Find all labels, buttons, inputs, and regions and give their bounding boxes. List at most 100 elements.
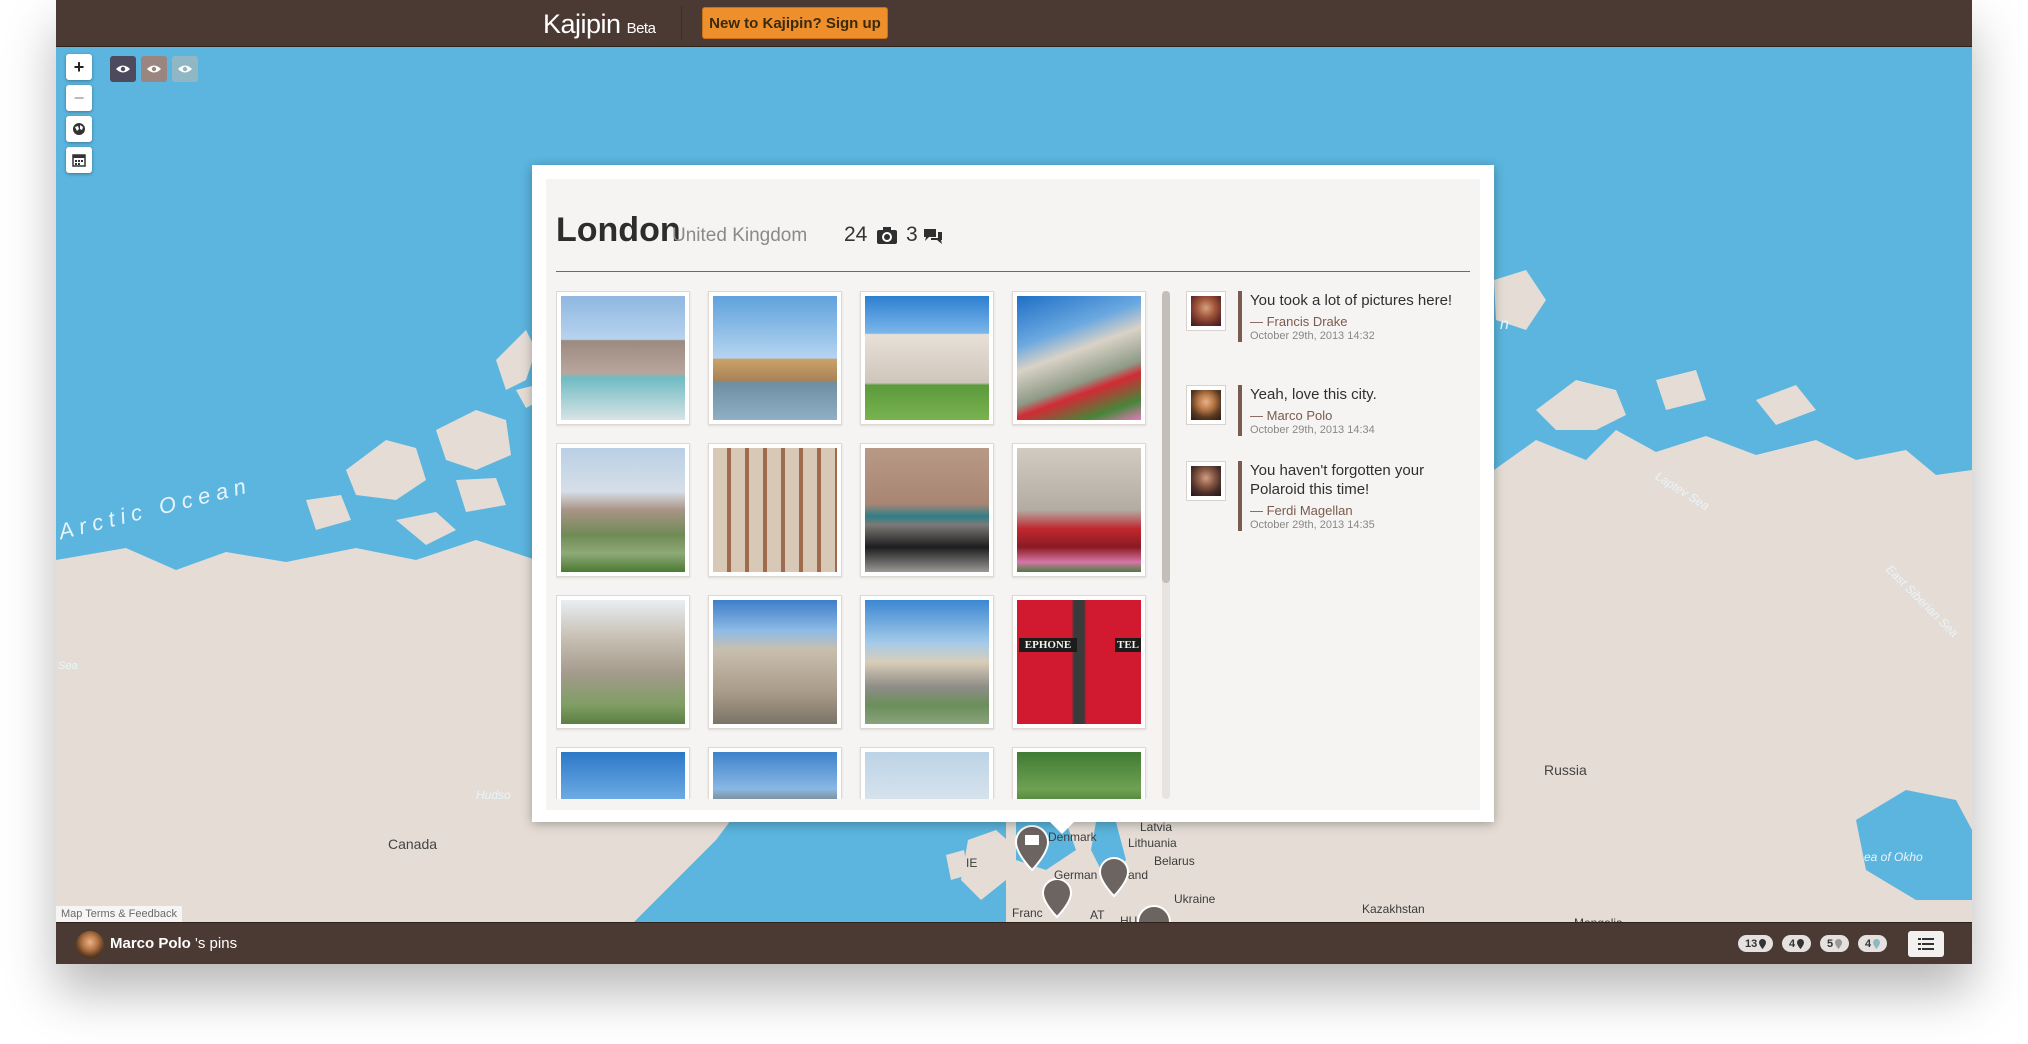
map-label-france: Franc (1012, 906, 1043, 920)
badge-count: 4 (1865, 937, 1872, 950)
brand-name: Kajipin (543, 9, 621, 39)
brand-logo[interactable]: Kajipin Beta (543, 9, 656, 40)
photo-castle-wall (713, 600, 837, 724)
photo-bus-columns (1017, 448, 1141, 572)
photo-thumbnail[interactable] (708, 443, 842, 577)
badge-count: 13 (1745, 937, 1758, 950)
photo-westminster (713, 296, 837, 420)
photo-thumbnail[interactable] (860, 291, 994, 425)
map-label-latvia: Latvia (1140, 820, 1173, 834)
photo-grid[interactable]: EPHONE TEL (556, 291, 1156, 799)
comment-text: Yeah, love this city. (1250, 386, 1377, 403)
photo-thumbnail[interactable] (556, 747, 690, 799)
eye-icon (147, 65, 161, 73)
photo-park-pond (1017, 752, 1141, 799)
photo-thumbnail[interactable] (860, 747, 994, 799)
list-icon (1918, 938, 1934, 950)
ocean-label-cut: n (1500, 316, 1509, 333)
photo-taxi-street (865, 448, 989, 572)
avatar[interactable] (76, 931, 104, 959)
photo-telephone-boxes: EPHONE TEL (1017, 600, 1141, 724)
pins-count-badge[interactable]: 13 (1738, 935, 1774, 952)
app-window: Canada Russia Kazakhstan Mongolia Denmar… (56, 0, 1972, 964)
zoom-in-button[interactable]: + (66, 54, 92, 80)
map-label-austria: AT (1090, 908, 1105, 922)
photo-grid-scrollbar[interactable] (1162, 291, 1170, 799)
place-city-title: London (556, 211, 681, 249)
badge-count: 5 (1827, 937, 1834, 950)
eye-icon (116, 65, 130, 73)
photo-bank-building (713, 448, 837, 572)
map-label-poland: and (1128, 868, 1149, 882)
avatar[interactable] (1186, 291, 1226, 331)
comment-text: You took a lot of pictures here! (1250, 292, 1453, 309)
photo-thumbnail[interactable] (556, 443, 690, 577)
eye-toggle-button-1[interactable] (110, 56, 136, 82)
scrollbar-thumb[interactable] (1162, 291, 1170, 583)
globe-icon (73, 123, 85, 135)
badge-count: 4 (1789, 937, 1796, 950)
map-label-germany: German (1054, 868, 1098, 882)
place-country: United Kingdom (672, 225, 808, 246)
comment-author[interactable]: — Francis Drake (1250, 314, 1476, 329)
comment-author[interactable]: — Ferdi Magellan (1250, 503, 1476, 518)
avatar-marco-polo (1191, 390, 1221, 420)
map-pin-icon (1797, 938, 1805, 949)
comment-date: October 29th, 2013 14:34 (1250, 424, 1375, 436)
map-pin-icon (1873, 938, 1881, 949)
map-label-ukraine: Ukraine (1174, 892, 1216, 906)
map-terms-link[interactable]: Map Terms & Feedback (56, 906, 182, 922)
map-pin-icon (1835, 938, 1843, 949)
pins-count-badge[interactable]: 5 (1820, 935, 1850, 952)
comments-icon (924, 229, 942, 244)
comment-date: October 29th, 2013 14:32 (1250, 330, 1375, 342)
calendar-button[interactable] (66, 147, 92, 173)
signup-button[interactable]: New to Kajipin? Sign up (702, 7, 888, 39)
comment-body: Yeah, love this city. — Marco Polo Octob… (1238, 385, 1476, 436)
photo-st-james-park (561, 448, 685, 572)
map-label-belarus: Belarus (1154, 854, 1195, 868)
ocean-label-sea: Sea (58, 660, 78, 672)
top-bar: Kajipin Beta New to Kajipin? Sign up (56, 0, 1972, 47)
photo-thumbnail[interactable] (708, 747, 842, 799)
list-view-button[interactable] (1908, 931, 1944, 957)
photo-thumbnail[interactable] (860, 595, 994, 729)
phone-sign-left: EPHONE (1019, 638, 1077, 652)
photo-thumbnail[interactable] (1012, 443, 1146, 577)
comment-body: You haven't forgotten your Polaroid this… (1238, 461, 1476, 531)
avatar[interactable] (1186, 461, 1226, 501)
photo-tower-bridge (561, 752, 685, 799)
camera-icon (877, 227, 897, 244)
photo-thumbnail[interactable] (708, 291, 842, 425)
photo-thumbnail[interactable] (1012, 747, 1146, 799)
zoom-out-button[interactable]: − (66, 85, 92, 111)
photo-count: 24 (844, 223, 868, 246)
phone-sign-right: TEL (1115, 638, 1141, 652)
eye-toggle-button-3[interactable] (172, 56, 198, 82)
eye-toggle-button-2[interactable] (141, 56, 167, 82)
photo-canary-wharf (865, 752, 989, 799)
photo-thumbnail[interactable] (556, 291, 690, 425)
globe-button[interactable] (66, 116, 92, 142)
photo-buckingham (561, 296, 685, 420)
photo-thumbnail[interactable] (860, 443, 994, 577)
photo-greenwich (865, 296, 989, 420)
avatar[interactable] (1186, 385, 1226, 425)
photo-millennium-bridge (865, 600, 989, 724)
map-label-kazakhstan: Kazakhstan (1362, 902, 1425, 916)
pins-count-badge[interactable]: 4 (1858, 935, 1888, 952)
photo-thumbnail[interactable] (1012, 291, 1146, 425)
user-pins-label[interactable]: Marco Polo 's pins (110, 935, 237, 952)
photo-thumbnail[interactable] (708, 595, 842, 729)
pins-suffix: 's pins (190, 935, 238, 952)
comment-text: You haven't forgotten your Polaroid this… (1250, 462, 1425, 498)
calendar-icon (72, 153, 86, 167)
comment-author[interactable]: — Marco Polo (1250, 408, 1476, 423)
bottom-bar: Marco Polo 's pins 13 4 5 4 (56, 922, 1972, 964)
place-popup: London United Kingdom 24 3 EPHONE TEL Yo… (532, 165, 1494, 822)
map-label-canada: Canada (388, 836, 438, 852)
photo-thumbnail[interactable] (556, 595, 690, 729)
ocean-label-hudson: Hudso (476, 788, 511, 802)
photo-thumbnail[interactable]: EPHONE TEL (1012, 595, 1146, 729)
pins-count-badge[interactable]: 4 (1782, 935, 1812, 952)
